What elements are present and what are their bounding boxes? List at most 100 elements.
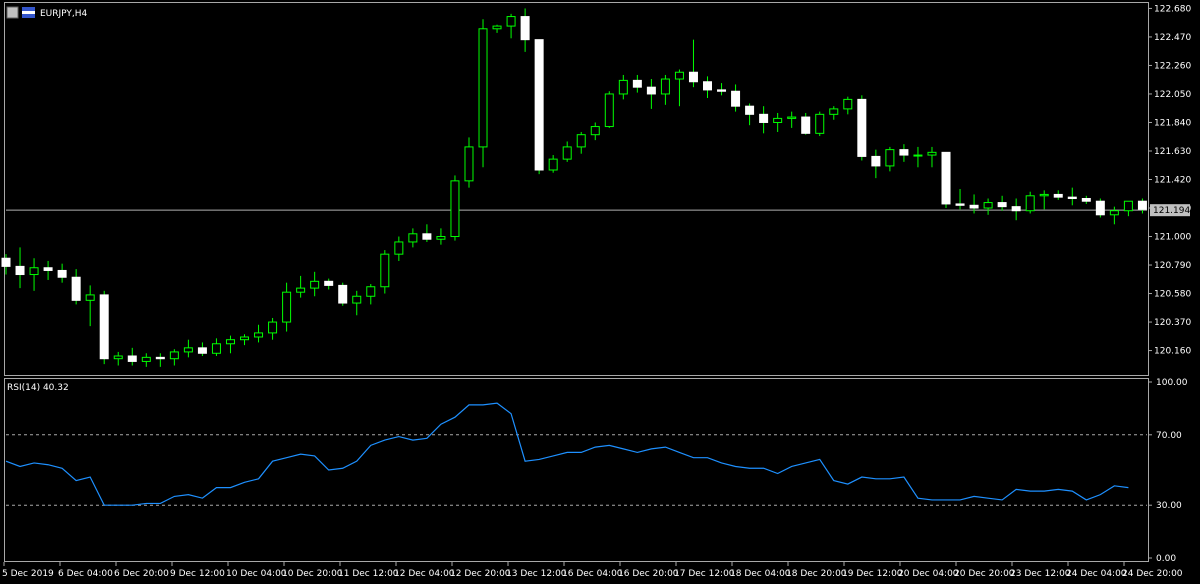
time-tick-label: 11 Dec 12:00	[338, 569, 399, 579]
bull-candle	[29, 267, 39, 276]
bull-candle	[1123, 200, 1133, 212]
bull-candle	[169, 351, 179, 360]
time-tick-label: 12 Dec 04:00	[394, 569, 455, 579]
price-tick-label: 120.790	[1154, 261, 1191, 271]
bull-candle	[310, 280, 320, 289]
bull-candle	[927, 151, 937, 156]
bull-candle	[506, 16, 516, 27]
bull-candle	[380, 253, 390, 288]
bull-candle	[436, 236, 446, 240]
bull-candle	[773, 117, 783, 123]
bull-candle	[478, 28, 488, 148]
bull-candle	[464, 146, 474, 182]
rsi-tick-label: 100.00	[1156, 378, 1188, 388]
bear-candle	[1067, 196, 1077, 200]
rsi-axis: 100.00 70.00 30.00 0.00	[1148, 378, 1188, 564]
time-tick-label: 24 Dec 20:00	[1122, 569, 1183, 579]
bull-candle	[408, 233, 418, 243]
bear-candle	[520, 16, 530, 41]
time-tick-label: 12 Dec 20:00	[450, 569, 511, 579]
bull-candle	[141, 356, 151, 362]
bear-candle	[324, 280, 334, 286]
bear-candle	[57, 269, 67, 278]
bear-candle	[997, 202, 1007, 208]
rsi-tick-label: 70.00	[1156, 431, 1182, 441]
bear-candle	[941, 151, 951, 205]
time-axis: 5 Dec 2019 6 Dec 04:00 6 Dec 20:00 9 Dec 12…	[2, 562, 1183, 579]
time-tick-label: 18 Dec 20:00	[786, 569, 847, 579]
current-price-label: 121.194	[1153, 206, 1190, 216]
price-tick-label: 121.000	[1154, 233, 1191, 243]
bull-candle	[254, 332, 264, 338]
price-tick-label: 122.680	[1154, 4, 1191, 14]
bull-candle	[113, 355, 123, 360]
bear-candle	[899, 149, 909, 156]
time-tick-label: 20 Dec 20:00	[954, 569, 1015, 579]
bull-candle	[1025, 195, 1035, 212]
price-panel[interactable]	[4, 2, 1149, 376]
bull-candle	[394, 241, 404, 255]
rsi-panel[interactable]	[4, 378, 1149, 562]
bear-candle	[745, 105, 755, 115]
chart-window-icon	[6, 6, 19, 19]
bull-candle	[885, 149, 895, 167]
bear-candle	[155, 356, 165, 360]
time-tick-label: 9 Dec 12:00	[170, 569, 225, 579]
bull-candle	[296, 287, 306, 293]
flag-icon-stripe	[22, 11, 35, 14]
bull-candle	[211, 343, 221, 354]
time-tick-label: 24 Dec 04:00	[1066, 569, 1127, 579]
bull-candle	[576, 134, 586, 148]
bull-candle	[282, 291, 292, 323]
rsi-tick-label: 30.00	[1156, 501, 1182, 511]
bull-candle	[829, 108, 839, 115]
bear-candle	[969, 204, 979, 209]
bull-candle	[1039, 193, 1049, 197]
price-axis: 122.680 122.470 122.260 122.050 121.840 121.6…	[1148, 4, 1191, 357]
rsi-tick-label: 0.00	[1156, 554, 1176, 564]
bear-candle	[1053, 193, 1063, 198]
bear-candle	[197, 347, 207, 354]
bear-candle	[127, 355, 137, 362]
bear-candle	[534, 39, 544, 171]
price-tick-label: 120.580	[1154, 290, 1191, 300]
bull-candle	[352, 295, 362, 304]
time-tick-label: 16 Dec 04:00	[562, 569, 623, 579]
time-tick-label: 20 Dec 04:00	[898, 569, 959, 579]
time-tick-label: 19 Dec 12:00	[842, 569, 903, 579]
price-tick-label: 120.160	[1154, 347, 1191, 357]
bear-candle	[43, 267, 53, 271]
bear-candle	[857, 98, 867, 157]
price-tick-label: 120.370	[1154, 318, 1191, 328]
time-tick-label: 16 Dec 20:00	[618, 569, 679, 579]
time-tick-label: 17 Dec 12:00	[674, 569, 735, 579]
bear-candle	[688, 71, 698, 83]
trading-chart[interactable]: EURJPY,H4 RSI(14) 40.32 122.680122.47012…	[0, 0, 1200, 584]
bull-candle	[618, 79, 628, 95]
bull-candle	[366, 286, 376, 297]
bear-candle	[1011, 206, 1021, 212]
bear-candle	[99, 294, 109, 360]
bear-candle	[871, 155, 881, 167]
bull-candle	[674, 71, 684, 80]
bull-candle	[913, 154, 923, 157]
time-tick-label: 6 Dec 04:00	[58, 569, 113, 579]
time-tick-label: 18 Dec 04:00	[730, 569, 791, 579]
price-tick-label: 122.050	[1154, 90, 1191, 100]
bear-candle	[1, 257, 11, 267]
bull-candle	[85, 294, 95, 301]
bull-candle	[590, 126, 600, 136]
time-tick-label: 10 Dec 20:00	[282, 569, 343, 579]
bull-candle	[787, 116, 797, 119]
bull-candle	[843, 98, 853, 110]
bear-candle	[338, 284, 348, 304]
time-tick-label: 10 Dec 04:00	[226, 569, 287, 579]
time-tick-label: 5 Dec 2019	[2, 569, 54, 579]
bear-candle	[1137, 200, 1147, 210]
price-tick-label: 121.840	[1154, 118, 1191, 128]
bull-candle	[492, 25, 502, 30]
bear-candle	[1081, 198, 1091, 202]
symbol-label: EURJPY,H4	[40, 9, 88, 19]
bull-candle	[660, 78, 670, 95]
bear-candle	[759, 113, 769, 123]
